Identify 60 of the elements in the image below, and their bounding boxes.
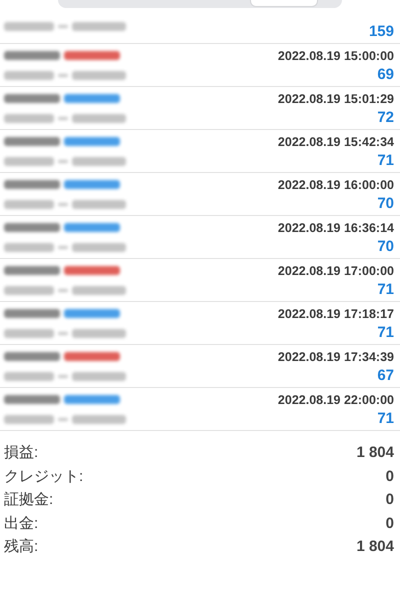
trade-time: 2022.08.19 22:00:00	[278, 393, 394, 407]
blurred-text	[4, 352, 60, 360]
blurred-text	[4, 200, 54, 208]
trade-profit: 70	[377, 195, 394, 212]
trade-profit: 71	[377, 281, 394, 298]
blurred-text	[4, 222, 60, 232]
summary-label: 残高:	[4, 537, 38, 556]
blurred-text	[4, 180, 60, 188]
trade-time: 2022.08.19 15:01:29	[278, 92, 394, 106]
blurred-text	[4, 286, 54, 294]
blurred-text	[72, 286, 126, 294]
blurred-text	[72, 114, 126, 122]
blurred-text	[4, 242, 54, 252]
trade-time: 2022.08.19 15:42:34	[278, 135, 394, 149]
blurred-text	[72, 328, 126, 338]
summary-label: 証拠金:	[4, 490, 54, 510]
blurred-text	[4, 136, 60, 146]
blurred-text	[4, 50, 60, 60]
trade-time: 2022.08.19 16:00:00	[278, 178, 394, 192]
blurred-text	[4, 94, 60, 102]
trade-profit: 69	[377, 66, 394, 83]
summary-value: 1 804	[356, 444, 394, 462]
blurred-text	[72, 22, 126, 30]
blurred-text	[72, 200, 126, 208]
blurred-text	[4, 414, 54, 424]
blurred-text	[4, 308, 60, 318]
summary-value: 0	[386, 514, 394, 532]
blurred-text	[4, 372, 54, 380]
summary-label: 損益:	[4, 443, 38, 462]
search-button[interactable]	[250, 0, 318, 7]
trade-time: 2022.08.19 17:34:39	[278, 350, 394, 364]
summary-value: 0	[386, 468, 394, 485]
trade-time: 2022.08.19 17:18:17	[278, 307, 394, 321]
trade-profit: 71	[377, 410, 394, 427]
blurred-text	[72, 372, 126, 380]
summary-value: 0	[386, 491, 394, 508]
blurred-text	[4, 22, 54, 30]
trade-profit: 159	[368, 23, 394, 40]
blurred-text	[72, 414, 126, 424]
trade-time: 2022.08.19 15:00:00	[278, 49, 394, 63]
trade-time: 2022.08.19 16:36:14	[278, 221, 394, 235]
trade-profit: 67	[377, 367, 394, 384]
blurred-text	[4, 394, 60, 404]
trade-profit: 72	[377, 109, 394, 126]
summary-label: 出金:	[4, 514, 38, 533]
blurred-text	[72, 156, 126, 166]
blurred-text	[72, 242, 126, 252]
summary-value: 1 804	[356, 538, 394, 556]
trade-profit: 71	[377, 324, 394, 341]
blurred-text	[4, 70, 54, 80]
blurred-text	[72, 70, 126, 80]
trade-profit: 71	[377, 152, 394, 169]
blurred-text	[4, 114, 54, 122]
blurred-text	[4, 156, 54, 166]
search-bar[interactable]	[58, 0, 342, 8]
blurred-text	[4, 266, 60, 274]
trade-profit: 70	[377, 238, 394, 255]
blurred-text	[4, 328, 54, 338]
trade-time: 2022.08.19 17:00:00	[278, 264, 394, 278]
summary-label: クレジット:	[4, 466, 84, 486]
